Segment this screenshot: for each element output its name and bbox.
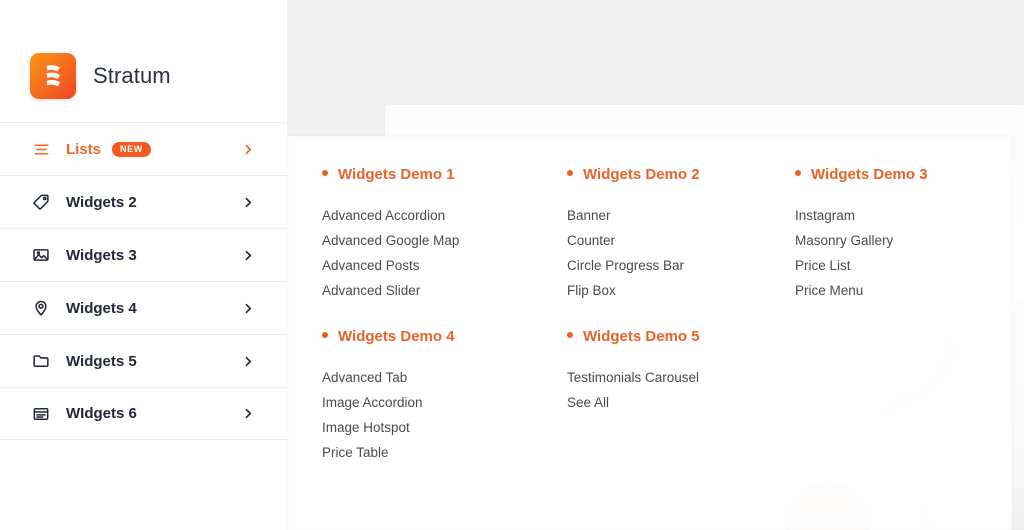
menu-link[interactable]: Advanced Accordion — [322, 203, 567, 228]
menu-group: Widgets Demo 2 Banner Counter Circle Progre… — [567, 166, 795, 328]
menu-link[interactable]: Advanced Slider — [322, 278, 567, 303]
bullet-dot-icon — [322, 170, 328, 176]
brand-name: Stratum — [93, 63, 171, 88]
sidebar-item-label: Widgets 4 — [66, 299, 137, 317]
menu-group: Widgets Demo 3 Instagram Masonry Gallery Pr… — [795, 166, 1012, 328]
chevron-right-icon[interactable] — [243, 303, 254, 314]
menu-group-label: Widgets Demo 4 — [338, 328, 455, 345]
menu-group-label: Widgets Demo 3 — [811, 166, 928, 183]
chevron-right-icon[interactable] — [243, 144, 254, 155]
brand-header[interactable]: Stratum — [0, 0, 287, 122]
sidebar: Stratum Lists NEW Widgets 2 Widgets 3 Widget… — [0, 0, 287, 530]
mega-menu-grid: Widgets Demo 1 Advanced Accordion Advanced… — [287, 166, 1012, 490]
menu-link[interactable]: Flip Box — [567, 278, 795, 303]
sidebar-item-widgets-5[interactable]: Widgets 5 — [0, 334, 287, 387]
menu-group-label: Widgets Demo 1 — [338, 166, 455, 183]
map-pin-icon — [30, 297, 52, 319]
sidebar-item-label: Widgets 3 — [66, 246, 137, 264]
menu-group-label: Widgets Demo 5 — [583, 328, 700, 345]
sidebar-item-label: WIdgets 6 — [66, 405, 137, 422]
folder-icon — [30, 350, 52, 372]
menu-link[interactable]: Image Accordion — [322, 390, 567, 415]
menu-link[interactable]: Circle Progress Bar — [567, 253, 795, 278]
menu-link[interactable]: Price List — [795, 253, 1012, 278]
menu-link[interactable]: Advanced Google Map — [322, 228, 567, 253]
menu-link[interactable]: See All — [567, 390, 795, 415]
menu-link-list: Instagram Masonry Gallery Price List Price … — [795, 203, 1012, 303]
sidebar-item-widgets-2[interactable]: Widgets 2 — [0, 175, 287, 228]
menu-group: Widgets Demo 4 Advanced Tab Image Accordio… — [322, 328, 567, 490]
menu-group-title[interactable]: Widgets Demo 5 — [567, 328, 795, 345]
widgets-mega-menu-dropdown[interactable]: Widgets Demo 1 Advanced Accordion Advanced… — [287, 136, 1012, 530]
sidebar-item-label: Lists — [66, 140, 102, 158]
bullet-dot-icon — [567, 332, 573, 338]
menu-link[interactable]: Masonry Gallery — [795, 228, 1012, 253]
menu-group: Widgets Demo 5 Testimonials Carousel See A… — [567, 328, 795, 490]
menu-link-list: Advanced Tab Image Accordion Image Hotspot… — [322, 365, 567, 465]
chevron-right-icon[interactable] — [243, 356, 254, 367]
menu-link-list: Testimonials Carousel See All — [567, 365, 795, 415]
sidebar-nav: Lists NEW Widgets 2 Widgets 3 Widgets 4 Widge… — [0, 122, 287, 440]
sidebar-item-widgets-6[interactable]: WIdgets 6 — [0, 387, 287, 440]
menu-link[interactable]: Banner — [567, 203, 795, 228]
list-lines-icon — [30, 138, 52, 160]
menu-link[interactable]: Testimonials Carousel — [567, 365, 795, 390]
image-icon — [30, 244, 52, 266]
chevron-right-icon[interactable] — [243, 250, 254, 261]
bullet-dot-icon — [322, 332, 328, 338]
menu-link-list: Advanced Accordion Advanced Google Map Adv… — [322, 203, 567, 303]
menu-group-title[interactable]: Widgets Demo 1 — [322, 166, 567, 183]
sidebar-item-label: Widgets 5 — [66, 352, 137, 370]
menu-link[interactable]: Price Menu — [795, 278, 1012, 303]
bullet-dot-icon — [567, 170, 573, 176]
menu-group-title[interactable]: Widgets Demo 4 — [322, 328, 567, 345]
menu-group-title[interactable]: Widgets Demo 3 — [795, 166, 1012, 183]
menu-link[interactable]: Counter — [567, 228, 795, 253]
stratum-s-logo-icon — [30, 53, 76, 99]
bullet-dot-icon — [795, 170, 801, 176]
chevron-right-icon[interactable] — [243, 197, 254, 208]
menu-link[interactable]: Advanced Posts — [322, 253, 567, 278]
menu-link[interactable]: Advanced Tab — [322, 365, 567, 390]
chevron-right-icon[interactable] — [243, 408, 254, 419]
sidebar-item-widgets-4[interactable]: Widgets 4 — [0, 281, 287, 334]
menu-link-list: Banner Counter Circle Progress Bar Flip Box — [567, 203, 795, 303]
menu-link[interactable]: Image Hotspot — [322, 415, 567, 440]
menu-link[interactable]: Price Table — [322, 440, 567, 465]
sidebar-item-lists[interactable]: Lists NEW — [0, 122, 287, 175]
sidebar-item-widgets-3[interactable]: Widgets 3 — [0, 228, 287, 281]
status-badge: NEW — [112, 141, 151, 157]
menu-group-label: Widgets Demo 2 — [583, 166, 700, 183]
sidebar-item-label: Widgets 2 — [66, 193, 137, 211]
tag-icon — [30, 191, 52, 213]
menu-group-title[interactable]: Widgets Demo 2 — [567, 166, 795, 183]
menu-group: Widgets Demo 1 Advanced Accordion Advanced… — [322, 166, 567, 328]
menu-link[interactable]: Instagram — [795, 203, 1012, 228]
window-layout-icon — [30, 403, 52, 425]
